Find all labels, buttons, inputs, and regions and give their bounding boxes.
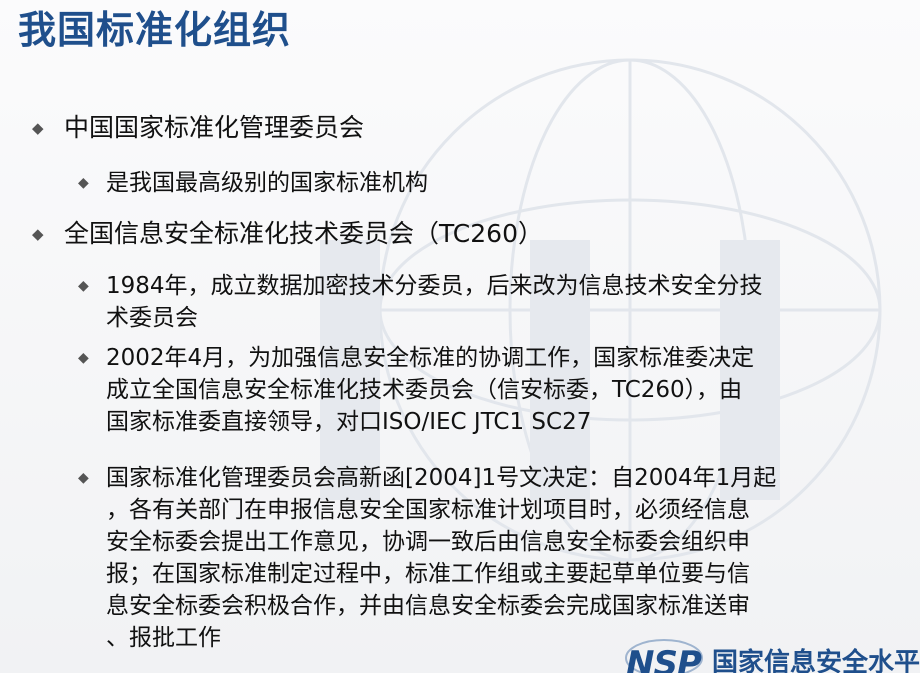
bullet-item: ◆ 是我国最高级别的国家标准机构 (78, 167, 428, 199)
bullet-item: ◆ 中国国家标准化管理委员会 (32, 112, 365, 145)
bullet-text-line: 报；在国家标准制定过程中，标准工作组或主要起草单位要与信 (106, 561, 750, 587)
bullet-text-line: 安全标委会提出工作意见，协调一致后由信息安全标委会组织申 (106, 529, 750, 555)
bullet-text-line: 1984年，成立数据加密技术分委员，后来改为信息技术安全分技 (106, 273, 763, 299)
bullet-text-line: 2002年4月，为加强信息安全标准的协调工作，国家标准委决定 (106, 345, 755, 371)
logo-mark-text: NSP (626, 644, 702, 673)
nsp-logo-icon: NSP (624, 636, 704, 673)
diamond-bullet-icon: ◆ (78, 278, 89, 294)
bullet-text-line: 中国国家标准化管理委员会 (64, 113, 365, 142)
diamond-bullet-icon: ◆ (78, 350, 89, 366)
bullet-item: ◆ 全国信息安全标准化技术委员会（TC260） (32, 218, 543, 251)
slide: 我国标准化组织 ◆ 中国国家标准化管理委员会 ◆ 是我国最高级别的国家标准机构 ◆ 全国信… (0, 0, 920, 673)
bullet-text-line: 是我国最高级别的国家标准机构 (106, 170, 428, 196)
logo-org-text: 国家信息安全水平考试 (712, 648, 920, 673)
bullet-text-line: 全国信息安全标准化技术委员会（TC260） (64, 219, 543, 248)
bullet-text-line: ，各有关部门在申报信息安全国家标准计划项目时，必须经信息 (106, 497, 750, 523)
bullet-item: ◆ 2002年4月，为加强信息安全标准的协调工作，国家标准委决定 成立全国信息安全标… (78, 342, 755, 438)
bullet-text-line: 术委员会 (106, 305, 198, 331)
bullet-item: ◆ 国家标准化管理委员会高新函[2004]1号文决定：自2004年1月起 ，各有关部… (78, 462, 777, 654)
bullet-item: ◆ 1984年，成立数据加密技术分委员，后来改为信息技术安全分技 术委员会 (78, 270, 763, 334)
diamond-bullet-icon: ◆ (78, 175, 89, 191)
bullet-text-line: 息安全标委会积极合作，并由信息安全标委会完成国家标准送审 (106, 593, 750, 619)
slide-title: 我国标准化组织 (18, 8, 292, 52)
bullet-text-line: 国家标准化管理委员会高新函[2004]1号文决定：自2004年1月起 (106, 465, 777, 491)
diamond-bullet-icon: ◆ (78, 470, 89, 486)
diamond-bullet-icon: ◆ (32, 225, 44, 243)
bullet-text-line: 国家标准委直接领导，对口ISO/IEC JTC1 SC27 (106, 409, 592, 435)
org-logo: NSP 国家信息安全水平考试 (624, 634, 920, 673)
bullet-text-line: 成立全国信息安全标准化技术委员会（信安标委，TC260），由 (106, 377, 743, 403)
diamond-bullet-icon: ◆ (32, 119, 44, 137)
